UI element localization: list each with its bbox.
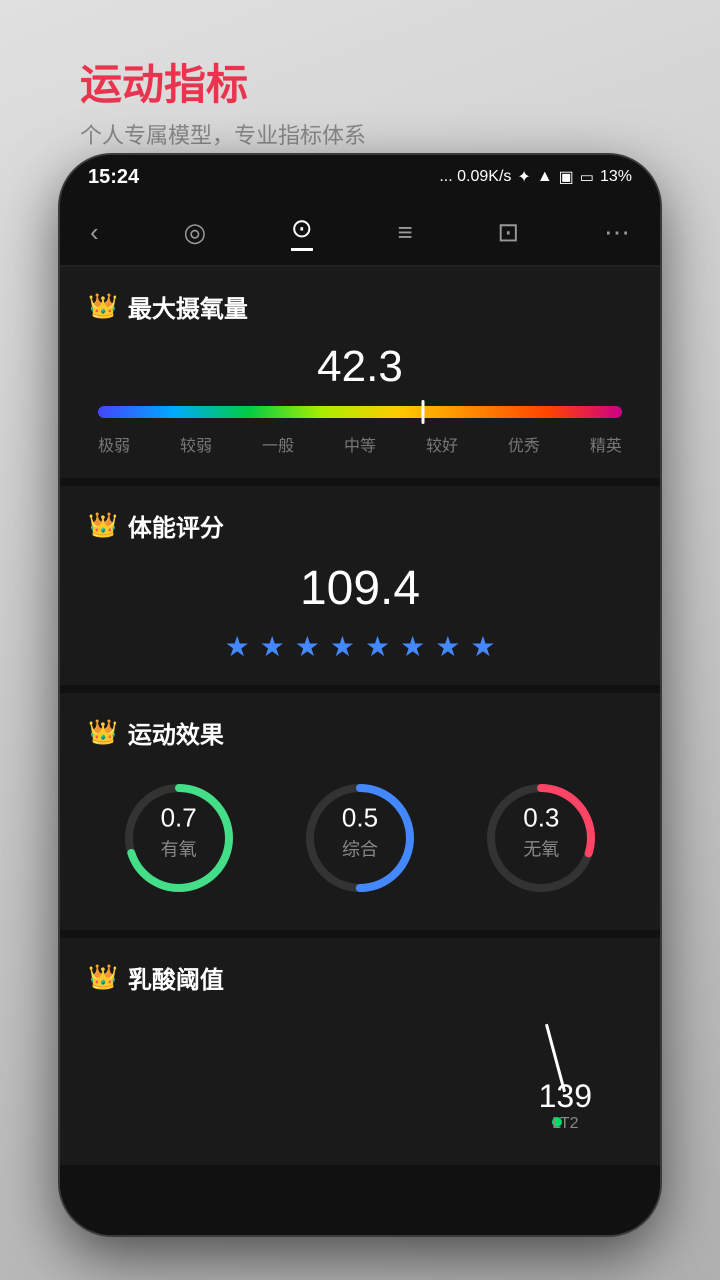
anaerobic-value: 0.3	[523, 803, 559, 834]
fitness-section: 👑 体能评分 109.4 ★ ★ ★ ★ ★ ★ ★ ★	[60, 486, 660, 685]
lactate-header: 👑 乳酸阈值	[88, 960, 632, 995]
sim-icon: ▣	[559, 167, 574, 187]
aerobic-label: 有氧	[161, 836, 197, 862]
status-bar: 15:24 ... 0.09K/s ✦ ▲ ▣ ▭ 13%	[60, 155, 660, 199]
list-icon[interactable]: ≡	[397, 217, 412, 248]
vo2max-header: 👑 最大摄氧量	[88, 289, 632, 324]
bar-label-2: 一般	[262, 432, 294, 456]
aerobic-circle-wrapper: 0.7 有氧	[119, 778, 239, 898]
combined-circle-text: 0.5 综合	[342, 803, 378, 862]
circle-icon[interactable]: ⊙	[291, 213, 313, 251]
star-7: ★	[435, 630, 460, 663]
lactate-section: 👑 乳酸阈值 139 LT2	[60, 938, 660, 1165]
combined-circle-item: 0.5 综合	[300, 778, 420, 898]
star-8: ★	[470, 630, 495, 663]
bar-label-1: 较弱	[180, 432, 212, 456]
bar-label-0: 极弱	[98, 432, 130, 456]
exercise-header: 👑 运动效果	[88, 715, 632, 750]
lactate-value: 139	[539, 1078, 592, 1115]
star-3: ★	[295, 630, 320, 663]
combined-label: 综合	[342, 836, 378, 862]
bar-label-5: 优秀	[508, 432, 540, 456]
gradient-bar-container	[98, 406, 622, 418]
anaerobic-circle-text: 0.3 无氧	[523, 803, 559, 862]
star-4: ★	[330, 630, 355, 663]
status-time: 15:24	[88, 166, 139, 189]
gradient-bar-indicator	[421, 400, 424, 424]
phone-shell: 15:24 ... 0.09K/s ✦ ▲ ▣ ▭ 13% ‹ ◎ ⊙ ≡ ⊡ …	[60, 155, 660, 1235]
fitness-score: 109.4	[88, 561, 632, 616]
anaerobic-circle-item: 0.3 无氧	[481, 778, 601, 898]
exercise-effect-section: 👑 运动效果 0.7 有氧	[60, 693, 660, 930]
crown-icon-exercise: 👑	[88, 718, 118, 747]
aerobic-value: 0.7	[161, 803, 197, 834]
anaerobic-label: 无氧	[523, 836, 559, 862]
bar-label-6: 精英	[590, 432, 622, 456]
vo2max-value: 42.3	[88, 342, 632, 392]
crown-icon-lactate: 👑	[88, 963, 118, 992]
gradient-bar	[98, 406, 622, 418]
nav-bar: ‹ ◎ ⊙ ≡ ⊡ ⋯	[60, 199, 660, 267]
bar-label-3: 中等	[344, 432, 376, 456]
status-right: ... 0.09K/s ✦ ▲ ▣ ▭ 13%	[439, 167, 632, 187]
crown-icon-fitness: 👑	[88, 511, 118, 540]
lactate-label: LT2	[539, 1115, 592, 1133]
page-header: 运动指标 个人专属模型，专业指标体系	[80, 60, 366, 150]
fitness-header: 👑 体能评分	[88, 508, 632, 543]
aerobic-circle-text: 0.7 有氧	[161, 803, 197, 862]
bluetooth-icon: ✦	[517, 167, 530, 187]
bar-labels: 极弱 较弱 一般 中等 较好 优秀 精英	[98, 432, 622, 456]
lactate-chart: 139 LT2	[539, 1078, 592, 1133]
wifi-icon: ▲	[537, 168, 553, 186]
vo2max-section: 👑 最大摄氧量 42.3 极弱 较弱 一般 中等 较好 优秀 精英	[60, 267, 660, 478]
battery-icon: ▭	[580, 168, 594, 186]
map-icon[interactable]: ◎	[183, 217, 206, 248]
stars-row: ★ ★ ★ ★ ★ ★ ★ ★	[88, 630, 632, 663]
network-status: ... 0.09K/s	[439, 168, 511, 186]
battery-percent: 13%	[600, 168, 632, 186]
star-6: ★	[400, 630, 425, 663]
star-5: ★	[365, 630, 390, 663]
phone-content: 👑 最大摄氧量 42.3 极弱 较弱 一般 中等 较好 优秀 精英 👑	[60, 267, 660, 1235]
lactate-title: 乳酸阈值	[128, 960, 224, 995]
star-1: ★	[225, 630, 250, 663]
star-2: ★	[260, 630, 285, 663]
aerobic-circle-item: 0.7 有氧	[119, 778, 239, 898]
bar-label-4: 较好	[426, 432, 458, 456]
combined-circle-wrapper: 0.5 综合	[300, 778, 420, 898]
share-icon[interactable]: ⋯	[604, 217, 630, 248]
page-title: 运动指标	[80, 60, 366, 110]
back-button[interactable]: ‹	[90, 217, 99, 248]
vo2max-title: 最大摄氧量	[128, 289, 248, 324]
exercise-title: 运动效果	[128, 715, 224, 750]
fitness-title: 体能评分	[128, 508, 224, 543]
crown-icon-vo2: 👑	[88, 292, 118, 321]
combined-value: 0.5	[342, 803, 378, 834]
page-subtitle: 个人专属模型，专业指标体系	[80, 118, 366, 150]
tag-icon[interactable]: ⊡	[497, 217, 519, 248]
lactate-area: 139 LT2	[88, 1013, 632, 1143]
exercise-circles: 0.7 有氧 0.5 综合	[88, 768, 632, 908]
anaerobic-circle-wrapper: 0.3 无氧	[481, 778, 601, 898]
